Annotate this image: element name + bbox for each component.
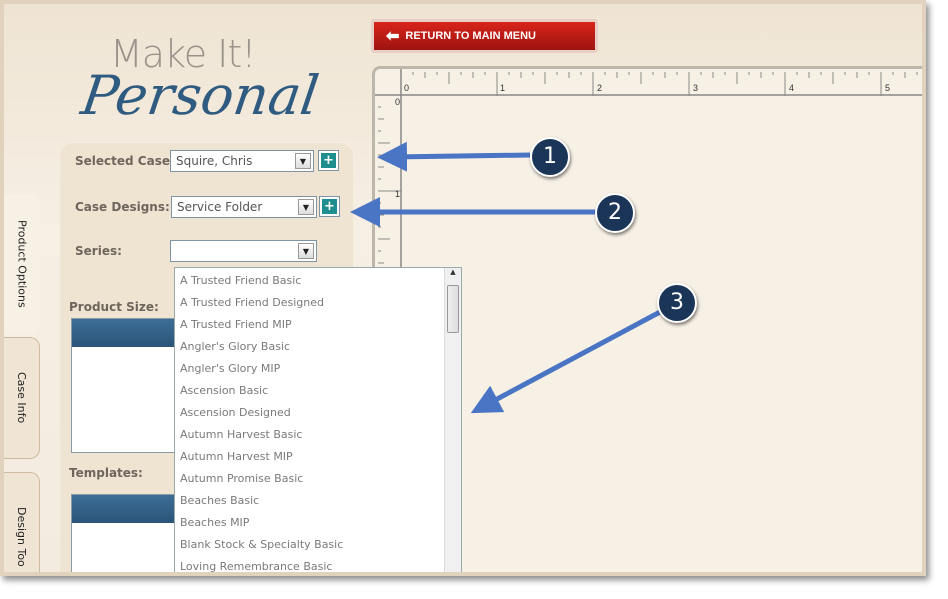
callout-badge-1: 1: [530, 137, 570, 177]
callout-arrow-3: [470, 309, 662, 414]
callout-arrow-1: [377, 141, 531, 172]
callout-badge-2: 2: [595, 193, 635, 233]
callout-badge-3: 3: [657, 283, 697, 323]
annotation-layer: [350, 141, 662, 414]
